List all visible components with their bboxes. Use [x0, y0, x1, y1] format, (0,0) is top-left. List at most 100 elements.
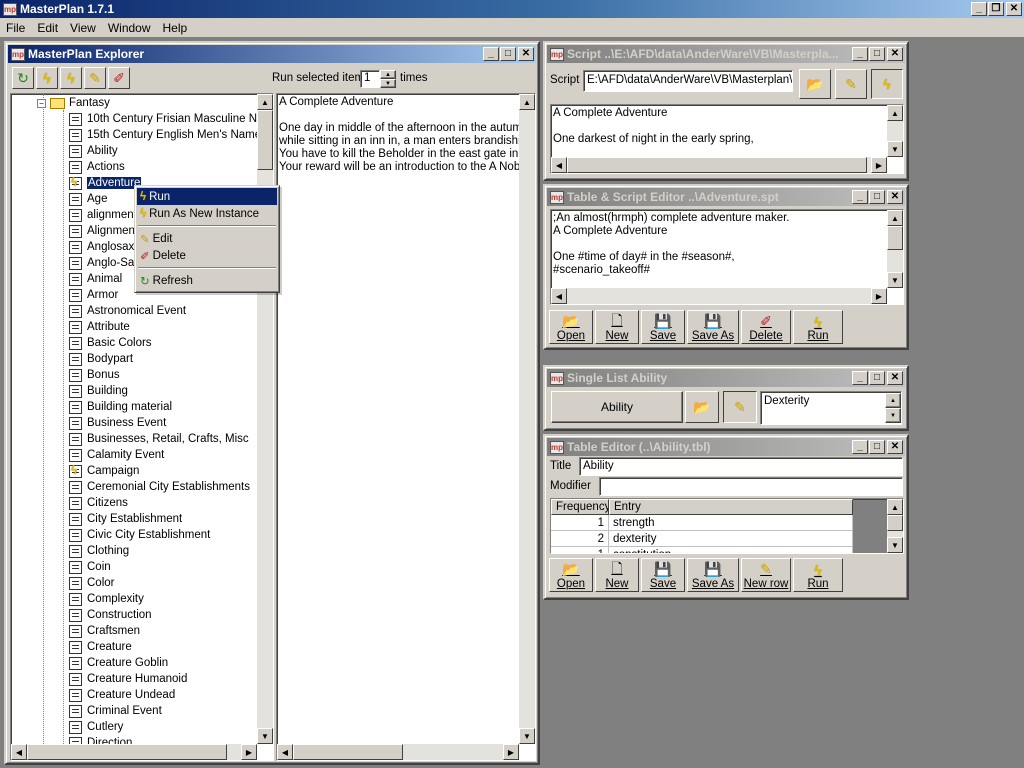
- maximize-icon[interactable]: □: [500, 47, 516, 61]
- scroll-down-icon[interactable]: ▼: [887, 272, 903, 288]
- scroll-up-icon[interactable]: ▲: [519, 94, 535, 110]
- menu-window[interactable]: Window: [102, 21, 157, 35]
- tree-item[interactable]: Business Event: [69, 415, 166, 431]
- close-icon[interactable]: ✕: [518, 47, 534, 61]
- open-folder-icon[interactable]: 📂: [685, 391, 719, 423]
- ctx-edit[interactable]: ✎ Edit: [137, 230, 277, 247]
- tree-item[interactable]: Cutlery: [69, 719, 123, 735]
- tree-item[interactable]: Armor: [69, 287, 118, 303]
- tse-open-button[interactable]: 📂 Open: [549, 310, 593, 344]
- title-field[interactable]: Ability: [579, 457, 903, 476]
- modifier-field[interactable]: [599, 477, 903, 496]
- tree-item[interactable]: alignment: [69, 207, 137, 223]
- collapse-icon[interactable]: −: [37, 98, 46, 108]
- script-output[interactable]: A Complete Adventure One darkest of night…: [550, 104, 904, 174]
- tree-item[interactable]: City Establishment: [69, 511, 182, 527]
- single-list-spinner[interactable]: ▲ ▼: [885, 393, 901, 423]
- scroll-down-icon[interactable]: ▼: [257, 728, 273, 744]
- tree-item[interactable]: Creature: [69, 639, 132, 655]
- scroll-up-icon[interactable]: ▲: [257, 94, 273, 110]
- spin-down-icon[interactable]: ▼: [380, 79, 396, 88]
- script-hscroll[interactable]: ◀ ▶: [551, 157, 887, 173]
- close-icon[interactable]: ✕: [887, 371, 903, 385]
- ctx-run-new-instance[interactable]: ϟ Run As New Instance: [137, 205, 277, 222]
- tree-item[interactable]: Construction: [69, 607, 152, 623]
- scroll-left-icon[interactable]: ◀: [11, 744, 27, 760]
- ability-button[interactable]: Ability: [551, 391, 683, 423]
- scroll-up-icon[interactable]: ▲: [887, 105, 903, 121]
- scroll-left-icon[interactable]: ◀: [277, 744, 293, 760]
- tree-item[interactable]: 10th Century Frisian Masculine Nar: [69, 111, 257, 127]
- grid-cell-entry[interactable]: strength: [609, 515, 853, 531]
- tree-item[interactable]: Ceremonial City Establishments: [69, 479, 250, 495]
- tree-item[interactable]: Color: [69, 575, 114, 591]
- tree-item[interactable]: Basic Colors: [69, 335, 152, 351]
- restore-icon[interactable]: ❐: [988, 2, 1004, 16]
- grid-cell-entry[interactable]: constitution: [609, 547, 853, 553]
- scroll-right-icon[interactable]: ▶: [241, 744, 257, 760]
- col-header-frequency[interactable]: Frequency: [551, 499, 609, 515]
- scroll-thumb[interactable]: [887, 515, 903, 531]
- script-vscroll[interactable]: ▲ ▼: [887, 105, 903, 157]
- hscroll-thumb[interactable]: [27, 744, 227, 760]
- menu-view[interactable]: View: [64, 21, 102, 35]
- tse-delete-button[interactable]: ✐ Delete: [741, 310, 791, 344]
- edit-pencil-icon[interactable]: ✎: [723, 391, 757, 423]
- tree-item[interactable]: Craftsmen: [69, 623, 140, 639]
- scroll-up-icon[interactable]: ▲: [887, 499, 903, 515]
- tree-hscroll[interactable]: ◀ ▶: [11, 744, 257, 760]
- tse-hscroll[interactable]: ◀ ▶: [551, 288, 887, 304]
- delete-eraser-icon[interactable]: ✐: [108, 67, 130, 89]
- maximize-icon[interactable]: □: [869, 190, 885, 204]
- scroll-thumb[interactable]: [887, 226, 903, 250]
- tree-item[interactable]: Attribute: [69, 319, 130, 335]
- grid-cell-frequency[interactable]: 2: [551, 531, 609, 547]
- run-bolt-icon[interactable]: ϟ: [36, 67, 58, 89]
- tree-item[interactable]: Bonus: [69, 367, 120, 383]
- edit-pencil-icon[interactable]: ✎: [835, 69, 867, 99]
- ctx-refresh[interactable]: ↻ Refresh: [137, 272, 277, 289]
- maximize-icon[interactable]: □: [869, 371, 885, 385]
- tse-new-button[interactable]: 🗋 New: [595, 310, 639, 344]
- minimize-icon[interactable]: _: [852, 440, 868, 454]
- tree-item[interactable]: ϟ Campaign: [69, 463, 139, 479]
- run-count-spinner[interactable]: ▲ ▼: [380, 70, 396, 88]
- tree-item[interactable]: Age: [69, 191, 107, 207]
- maximize-icon[interactable]: □: [869, 47, 885, 61]
- grid-cell-frequency[interactable]: 1: [551, 547, 609, 553]
- minimize-icon[interactable]: _: [852, 371, 868, 385]
- ctx-delete[interactable]: ✐ Delete: [137, 247, 277, 264]
- tree-item[interactable]: Calamity Event: [69, 447, 164, 463]
- te-run-button[interactable]: ϟ Run: [793, 558, 843, 592]
- tree-item[interactable]: Businesses, Retail, Crafts, Misc: [69, 431, 249, 447]
- tse-editor[interactable]: ;An almost(hrmph) complete adventure mak…: [550, 209, 904, 305]
- tse-run-button[interactable]: ϟ Run: [793, 310, 843, 344]
- te-save-button[interactable]: 💾 Save: [641, 558, 685, 592]
- ctx-run[interactable]: ϟ Run: [137, 188, 277, 205]
- run-new-instance-icon[interactable]: ϟ: [60, 67, 82, 89]
- edit-pencil-icon[interactable]: ✎: [84, 67, 106, 89]
- tse-saveas-button[interactable]: 💾 Save As: [687, 310, 739, 344]
- close-icon[interactable]: ✕: [887, 440, 903, 454]
- script-path-field[interactable]: E:\AFD\data\AnderWare\VB\Masterplan\: [583, 70, 793, 92]
- maximize-icon[interactable]: □: [869, 440, 885, 454]
- tse-vscroll[interactable]: ▲ ▼: [887, 210, 903, 288]
- scroll-left-icon[interactable]: ◀: [551, 288, 567, 304]
- tree-item[interactable]: Animal: [69, 271, 122, 287]
- te-new-button[interactable]: 🗋 New: [595, 558, 639, 592]
- close-icon[interactable]: ✕: [887, 47, 903, 61]
- tree-item[interactable]: 15th Century English Men's Names: [69, 127, 257, 143]
- open-folder-icon[interactable]: 📂: [799, 69, 831, 99]
- tree-item[interactable]: Creature Humanoid: [69, 671, 187, 687]
- tree-item[interactable]: Building material: [69, 399, 172, 415]
- tree-item[interactable]: Ability: [69, 143, 118, 159]
- menu-file[interactable]: File: [0, 21, 31, 35]
- te-saveas-button[interactable]: 💾 Save As: [687, 558, 739, 592]
- tree-item[interactable]: Creature Undead: [69, 687, 175, 703]
- output-vscroll[interactable]: ▲ ▼: [519, 94, 535, 744]
- tree-item[interactable]: Creature Goblin: [69, 655, 168, 671]
- tree-item[interactable]: Building: [69, 383, 128, 399]
- minimize-icon[interactable]: _: [483, 47, 499, 61]
- tree-item[interactable]: Alignmen: [69, 223, 135, 239]
- minimize-icon[interactable]: _: [852, 190, 868, 204]
